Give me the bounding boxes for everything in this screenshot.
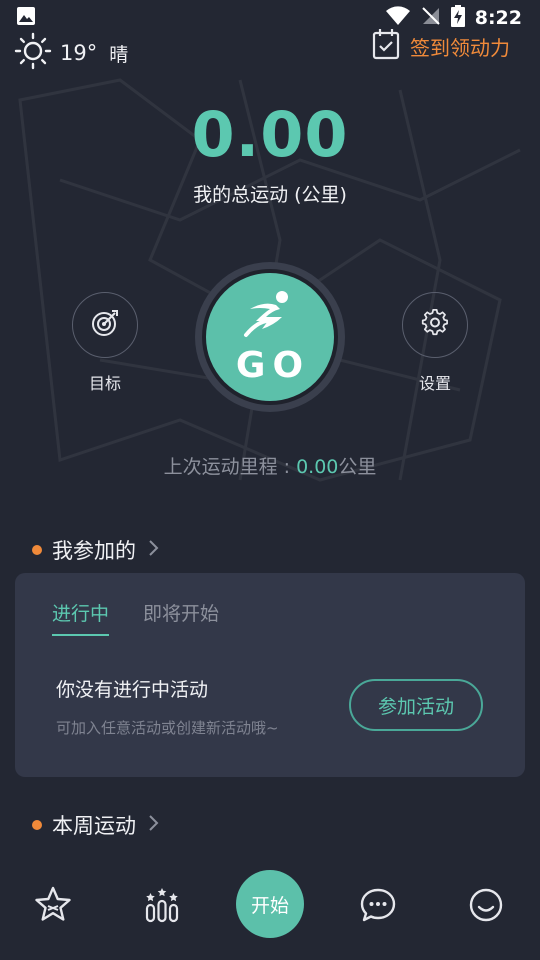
joined-activities-card: 进行中 即将开始 你没有进行中活动 可加入任意活动或创建新活动哦~ 参加活动 xyxy=(15,573,525,777)
activity-tabs: 进行中 即将开始 xyxy=(52,599,219,636)
joined-section-title: 我参加的 xyxy=(52,539,136,563)
weekly-section-header[interactable]: 本周运动 xyxy=(32,810,160,840)
settings-circle[interactable] xyxy=(402,292,468,358)
ranking-icon xyxy=(142,885,182,929)
total-distance-value: 0.00 xyxy=(191,98,349,171)
weekly-section-title: 本周运动 xyxy=(52,814,136,838)
chevron-right-icon xyxy=(146,814,160,836)
bottom-navigation: 开始 xyxy=(0,860,540,960)
section-dot xyxy=(32,545,42,555)
settings-label: 设置 xyxy=(418,374,451,393)
weather-widget: 19° 晴 xyxy=(14,32,129,74)
calendar-check-icon xyxy=(372,28,400,64)
goal-button[interactable]: 目标 xyxy=(72,292,138,394)
last-run-distance: 上次运动里程 : 0.00公里 xyxy=(0,452,540,479)
section-dot xyxy=(32,820,42,830)
tab-in-progress[interactable]: 进行中 xyxy=(52,599,110,636)
joined-section-header[interactable]: 我参加的 xyxy=(32,535,160,565)
checkin-button[interactable]: 签到领动力 xyxy=(372,28,510,64)
status-time: 8:22 xyxy=(474,7,522,29)
nav-ranking[interactable] xyxy=(137,882,187,932)
nav-achievements[interactable] xyxy=(28,882,78,932)
weather-condition: 晴 xyxy=(109,43,129,66)
join-activity-button[interactable]: 参加活动 xyxy=(349,679,483,731)
go-label: GO xyxy=(235,344,311,386)
goal-label: 目标 xyxy=(88,374,121,393)
checkin-label: 签到领动力 xyxy=(410,35,510,60)
sun-icon xyxy=(14,32,52,74)
smiley-icon xyxy=(466,885,506,929)
go-button[interactable]: GO xyxy=(195,262,345,412)
no-signal-icon xyxy=(421,6,441,30)
runner-icon xyxy=(242,289,298,343)
empty-state-subtitle: 可加入任意活动或创建新活动哦~ xyxy=(56,719,279,737)
total-distance-label: 我的总运动 (公里) xyxy=(193,184,347,206)
target-icon xyxy=(90,308,120,342)
empty-state-title: 你没有进行中活动 xyxy=(56,679,209,701)
start-button[interactable]: 开始 xyxy=(236,870,304,938)
temperature: 19° xyxy=(60,41,98,65)
last-run-unit: 公里 xyxy=(338,456,377,478)
wifi-icon xyxy=(385,6,411,30)
goal-circle[interactable] xyxy=(72,292,138,358)
last-run-prefix: 上次运动里程 : xyxy=(163,456,297,478)
go-button-inner[interactable]: GO xyxy=(202,269,338,405)
settings-button[interactable]: 设置 xyxy=(402,292,468,394)
gallery-notification-icon xyxy=(16,6,36,30)
star-badge-icon xyxy=(33,885,73,929)
total-distance-block: 0.00 我的总运动 (公里) xyxy=(0,100,540,207)
gear-icon xyxy=(421,309,449,341)
chevron-right-icon xyxy=(146,539,160,561)
tab-upcoming[interactable]: 即将开始 xyxy=(143,599,219,636)
nav-messages[interactable] xyxy=(353,882,403,932)
nav-profile[interactable] xyxy=(461,882,511,932)
last-run-value: 0.00 xyxy=(296,456,339,478)
chat-bubble-icon xyxy=(358,885,398,929)
